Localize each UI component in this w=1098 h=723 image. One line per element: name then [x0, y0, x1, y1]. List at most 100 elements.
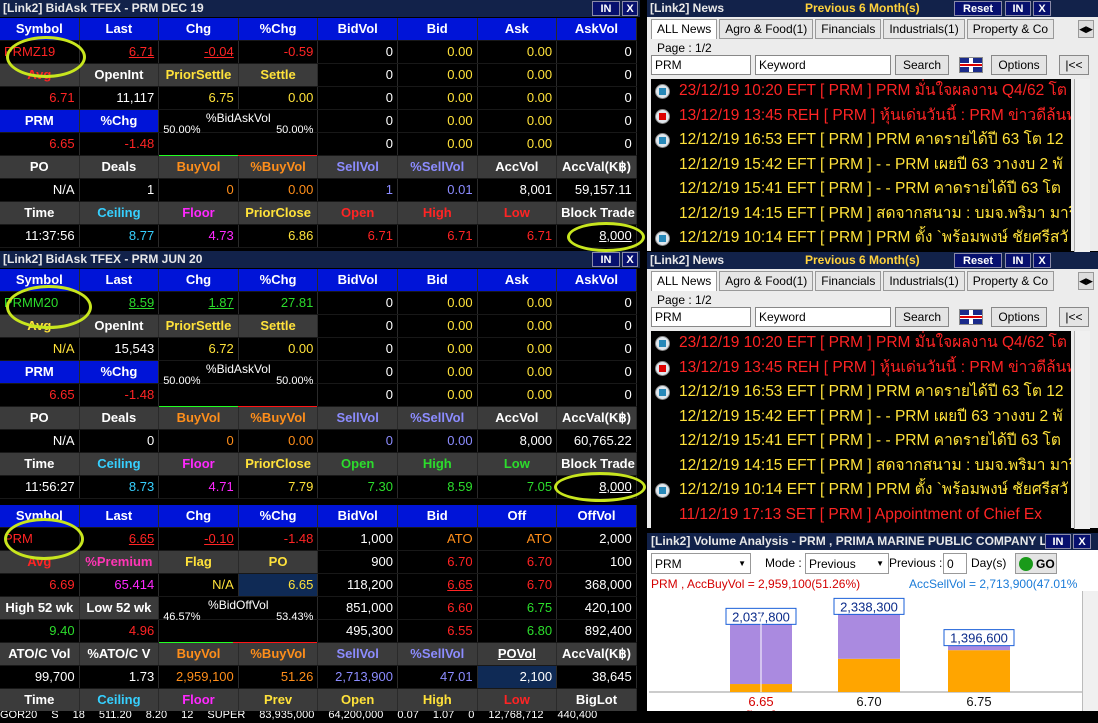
news-close-button[interactable]: X — [1033, 253, 1051, 268]
buy-volume-bar[interactable] — [838, 658, 900, 692]
news-first-page-button[interactable]: |<< — [1059, 55, 1089, 75]
field-value[interactable]: 1 — [80, 179, 160, 201]
panel-in-button[interactable]: IN — [592, 1, 620, 16]
news-item[interactable]: 12/12/19 16:53 EFT [ PRM ] PRM คาดรายได้… — [651, 380, 1071, 405]
sell-volume-bar[interactable] — [948, 645, 1010, 651]
field-value[interactable]: 11,117 — [80, 87, 160, 109]
field-value[interactable]: 0 — [318, 41, 398, 63]
field-value[interactable]: 6.71 — [478, 225, 558, 247]
news-tab[interactable]: Financials — [815, 271, 882, 291]
field-value[interactable]: 51.26 — [239, 666, 319, 688]
field-value[interactable]: 6.70 — [478, 551, 558, 573]
news-item[interactable]: 11/12/19 17:13 SET [ PRM ] Appointment o… — [651, 503, 1071, 528]
field-value[interactable]: 0.01 — [398, 179, 478, 201]
field-value[interactable]: 851,000 — [318, 597, 398, 619]
news-reset-button[interactable]: Reset — [954, 253, 1002, 268]
field-value[interactable]: 0 — [557, 64, 637, 86]
field-value[interactable]: 0 — [318, 430, 398, 452]
field-value[interactable]: 0.00 — [398, 87, 478, 109]
field-value[interactable]: 6.65 — [238, 574, 319, 596]
field-value[interactable]: 6.60 — [398, 597, 478, 619]
news-item[interactable]: 12/12/19 15:41 EFT [ PRM ] - - PRM คาดรา… — [651, 177, 1071, 202]
news-scrollbar[interactable] — [1074, 79, 1090, 253]
news-options-button[interactable]: Options — [991, 55, 1047, 75]
field-value[interactable]: 8,000 — [557, 476, 637, 498]
field-value[interactable]: 0 — [557, 384, 637, 406]
field-value[interactable]: PRM — [0, 528, 80, 550]
field-value[interactable]: 0.00 — [478, 110, 558, 132]
field-value[interactable]: 420,100 — [557, 597, 637, 619]
news-close-button[interactable]: X — [1033, 1, 1051, 16]
news-search-button[interactable]: Search — [895, 307, 949, 327]
field-value[interactable]: -0.04 — [159, 41, 239, 63]
field-value[interactable]: 0.00 — [398, 430, 478, 452]
news-first-page-button[interactable]: |<< — [1059, 307, 1089, 327]
field-value[interactable]: 2,959,100 — [159, 666, 239, 688]
field-value[interactable]: 0.00 — [239, 338, 319, 360]
field-value[interactable]: 1,000 — [318, 528, 398, 550]
field-value[interactable]: 0.00 — [478, 361, 558, 383]
field-value[interactable]: 0.00 — [239, 87, 319, 109]
field-value[interactable]: 0 — [557, 110, 637, 132]
news-item[interactable]: 12/12/19 15:42 EFT [ PRM ] - - PRM เผยปี… — [651, 153, 1071, 178]
news-symbol-input[interactable]: PRM — [651, 55, 751, 75]
news-in-button[interactable]: IN — [1005, 253, 1031, 268]
field-value[interactable]: 0 — [318, 64, 398, 86]
field-value[interactable]: 6.72 — [159, 338, 239, 360]
field-value[interactable]: 47.01 — [398, 666, 478, 688]
field-value[interactable]: 6.70 — [398, 551, 478, 573]
field-value[interactable]: 2,713,900 — [318, 666, 398, 688]
field-value[interactable]: 8.59 — [398, 476, 478, 498]
tab-scroll-button[interactable]: ◀▶ — [1078, 272, 1094, 290]
field-value[interactable]: 6.69 — [0, 574, 80, 596]
field-value[interactable]: 11:37:56 — [0, 225, 80, 247]
field-value[interactable]: 0.00 — [478, 87, 558, 109]
field-value[interactable]: N/A — [0, 430, 80, 452]
field-value[interactable]: 6.55 — [398, 620, 478, 642]
field-value[interactable]: 100 — [557, 551, 637, 573]
field-value[interactable]: 6.65 — [80, 528, 160, 550]
field-value[interactable]: 0.00 — [398, 41, 478, 63]
field-value[interactable]: 6.71 — [318, 225, 398, 247]
field-value[interactable]: 0.00 — [478, 384, 558, 406]
panel-close-button[interactable]: X — [622, 1, 638, 16]
field-value[interactable]: 7.30 — [318, 476, 398, 498]
field-value[interactable]: 4.71 — [159, 476, 239, 498]
news-item[interactable]: 12/12/19 14:15 EFT [ PRM ] สดจากสนาม : บ… — [651, 454, 1071, 479]
field-value[interactable]: 0 — [318, 292, 398, 314]
field-value[interactable]: 0 — [318, 133, 398, 155]
field-value[interactable]: 0.00 — [398, 110, 478, 132]
news-options-button[interactable]: Options — [991, 307, 1047, 327]
news-item[interactable]: 13/12/19 13:45 REH [ PRM ] หุ้นเด่นวันนี… — [651, 356, 1071, 381]
field-value[interactable]: 0 — [318, 315, 398, 337]
field-value[interactable]: 0 — [557, 87, 637, 109]
field-value[interactable]: 59,157.11 — [557, 179, 637, 201]
field-value[interactable]: 6.65 — [398, 574, 478, 596]
field-value[interactable]: 0.00 — [398, 292, 478, 314]
symbol-select[interactable]: PRM ▼ — [651, 553, 751, 574]
news-tab[interactable]: Property & Co — [966, 271, 1055, 291]
uk-flag-icon[interactable] — [959, 57, 983, 73]
field-value[interactable]: 0.00 — [239, 430, 319, 452]
field-value[interactable]: 0 — [159, 179, 239, 201]
news-tab[interactable]: Financials — [815, 19, 882, 39]
news-in-button[interactable]: IN — [1005, 1, 1031, 16]
panel-close-button[interactable]: X — [622, 252, 638, 267]
field-value[interactable]: 65.414 — [80, 574, 160, 596]
field-value[interactable]: 8.77 — [80, 225, 160, 247]
field-value[interactable]: 0.00 — [398, 315, 478, 337]
field-value[interactable]: 6.86 — [239, 225, 319, 247]
field-value[interactable]: 0 — [80, 430, 160, 452]
news-item[interactable]: 13/12/19 13:45 REH [ PRM ] หุ้นเด่นวันนี… — [651, 104, 1071, 129]
field-value[interactable]: 495,300 — [318, 620, 398, 642]
field-value[interactable]: 118,200 — [318, 574, 398, 596]
news-item[interactable]: 12/12/19 15:41 EFT [ PRM ] - - PRM คาดรา… — [651, 429, 1071, 454]
news-item[interactable]: 12/12/19 10:14 EFT [ PRM ] PRM ตั้ง `พร้… — [651, 478, 1071, 503]
field-value[interactable]: 7.05 — [478, 476, 558, 498]
field-value[interactable]: 6.71 — [398, 225, 478, 247]
mode-select[interactable]: Previous ▼ — [805, 553, 889, 574]
news-item[interactable]: 12/12/19 16:53 EFT [ PRM ] PRM คาดรายได้… — [651, 128, 1071, 153]
field-value[interactable]: PRMZ19 — [0, 41, 80, 63]
field-value[interactable]: N/A — [159, 574, 239, 596]
field-value[interactable]: 60,765.22 — [557, 430, 637, 452]
